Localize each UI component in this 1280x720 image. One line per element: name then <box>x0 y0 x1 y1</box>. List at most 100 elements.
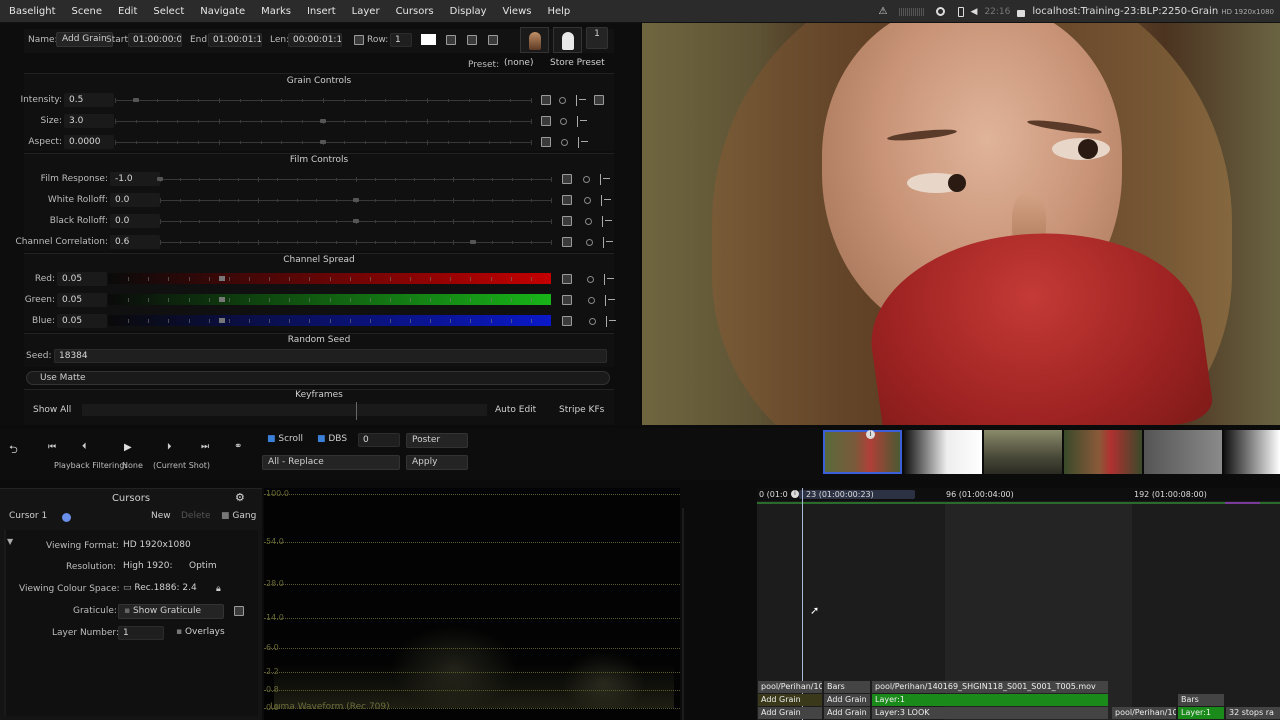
graticule-toggle[interactable]: ▪ Show Graticule <box>118 604 224 619</box>
layer-number-field[interactable]: 1 <box>118 626 164 640</box>
preset-dropdown[interactable]: (none) <box>499 57 541 72</box>
store-preset-button[interactable]: Store Preset <box>545 57 610 72</box>
menu-baselight[interactable]: Baselight <box>0 6 64 17</box>
param-slider[interactable] <box>160 198 552 203</box>
viewing-format-dropdown[interactable]: HD 1920x1080 <box>118 539 222 554</box>
delete-cursor-button[interactable]: Delete <box>176 510 216 525</box>
curve-icon[interactable] <box>603 237 604 248</box>
dbs-field[interactable]: 0 <box>358 433 400 447</box>
curve-icon[interactable] <box>576 95 577 106</box>
param-value-field[interactable]: 0.0 <box>110 193 160 207</box>
menu-insert[interactable]: Insert <box>299 6 344 17</box>
matte-thumbnail-icon[interactable] <box>553 27 582 53</box>
curve-icon[interactable] <box>577 116 578 127</box>
use-matte-toggle[interactable]: Use Matte <box>26 371 610 385</box>
param-slider[interactable] <box>115 98 532 103</box>
apply-mode-dropdown[interactable]: All - Replace <box>262 455 400 470</box>
slider-knob[interactable] <box>320 119 326 123</box>
new-cursor-button[interactable]: New <box>146 510 176 525</box>
speaker-icon[interactable]: ◀ <box>971 7 978 17</box>
seed-field[interactable]: 18384 <box>54 349 607 363</box>
curve-icon[interactable] <box>578 137 579 148</box>
search-icon[interactable] <box>935 7 945 16</box>
keyframe-icon[interactable] <box>562 174 572 184</box>
param-value-field[interactable]: 0.5 <box>64 93 114 107</box>
cursor-dropdown[interactable]: Cursor 1 <box>4 510 138 525</box>
thumb-1[interactable] <box>823 430 902 474</box>
param-value-field[interactable]: -1.0 <box>110 172 160 186</box>
clip-layer-1b[interactable]: Layer:1 <box>1178 707 1224 719</box>
slider-knob[interactable] <box>352 198 359 202</box>
menu-cursors[interactable]: Cursors <box>388 6 442 17</box>
reset-icon[interactable] <box>594 95 604 105</box>
skip-start-icon[interactable]: ⏮ <box>48 442 56 452</box>
colour-space-dropdown[interactable]: ▭ Rec.1886: 2.4 <box>118 582 208 597</box>
channel-spread-bar[interactable] <box>108 315 551 326</box>
clip-bars-2[interactable]: Bars <box>1178 694 1224 706</box>
slider-knob[interactable] <box>132 98 139 102</box>
slider-knob[interactable] <box>469 240 476 244</box>
param-value-field[interactable]: 0.05 <box>57 314 107 328</box>
clip-stops[interactable]: 32 stops ra <box>1226 707 1280 719</box>
menu-marks[interactable]: Marks <box>253 6 299 17</box>
clip-bars-1[interactable]: Bars <box>824 681 870 693</box>
clip-source-3[interactable]: pool/Perihan/108 <box>1112 707 1176 719</box>
param-value-field[interactable]: 0.0 <box>110 214 160 228</box>
loop-icon[interactable]: ⮌ <box>9 441 18 460</box>
param-slider[interactable] <box>157 177 552 182</box>
clip-source-2[interactable]: pool/Perihan/140169_SHGIN118_S001_S001_T… <box>872 681 1108 693</box>
curve-icon[interactable] <box>606 316 607 327</box>
param-slider[interactable] <box>160 240 552 245</box>
image-viewer[interactable] <box>642 23 1280 425</box>
keyframe-icon[interactable] <box>562 216 572 226</box>
step-forward-icon[interactable]: ⏵ <box>167 442 172 452</box>
param-value-field[interactable]: 0.0000 <box>64 135 114 149</box>
overlays-toggle[interactable]: ▪ Overlays <box>171 626 230 641</box>
lock-icon[interactable]: 🔒︎ <box>216 584 221 594</box>
slider-knob[interactable] <box>218 297 225 302</box>
slider-knob[interactable] <box>320 140 326 144</box>
clip-add-grain-4[interactable]: Add Grain <box>824 707 870 719</box>
menu-scene[interactable]: Scene <box>64 6 111 17</box>
play-icon[interactable]: ▶ <box>124 442 132 453</box>
start-field[interactable]: 01:00:00:00 <box>128 33 182 47</box>
layer-count-badge[interactable]: 1 <box>586 27 608 49</box>
param-value-field[interactable]: 3.0 <box>64 114 114 128</box>
resolution-dropdown[interactable]: High 1920: <box>118 560 176 575</box>
menu-select[interactable]: Select <box>145 6 192 17</box>
keyframe-icon[interactable] <box>562 274 572 284</box>
param-slider[interactable] <box>160 219 552 224</box>
menu-display[interactable]: Display <box>442 6 495 17</box>
curve-icon[interactable] <box>601 195 602 206</box>
thumb-4[interactable] <box>1064 430 1142 474</box>
curve-icon[interactable] <box>605 295 606 306</box>
slider-knob[interactable] <box>218 318 225 323</box>
row-lock-icon[interactable] <box>354 35 364 45</box>
step-back-icon[interactable]: ⏴ <box>82 442 87 452</box>
channel-spread-bar[interactable] <box>108 294 551 305</box>
slider-knob[interactable] <box>352 219 359 223</box>
layer-thumbnail-icon[interactable] <box>520 27 549 53</box>
keyframe-icon[interactable] <box>541 137 551 147</box>
layer-icon-a[interactable] <box>446 35 456 45</box>
menu-layer[interactable]: Layer <box>344 6 388 17</box>
keyframe-icon[interactable] <box>541 116 551 126</box>
playback-filtering-dropdown[interactable]: None <box>122 461 143 470</box>
menu-navigate[interactable]: Navigate <box>192 6 253 17</box>
channel-spread-bar[interactable] <box>108 273 551 284</box>
link-icon[interactable]: ⚭ <box>234 441 242 452</box>
optim-dropdown[interactable]: Optim <box>184 560 224 575</box>
clip-source-1[interactable]: pool/Perihan/108 <box>758 681 822 693</box>
gang-toggle[interactable]: ■ Gang <box>216 510 261 525</box>
show-all-dropdown[interactable]: Show All <box>28 404 76 419</box>
clip-layer-1[interactable]: Layer:1 <box>872 694 1108 706</box>
graticule-settings-icon[interactable] <box>234 606 244 616</box>
param-value-field[interactable]: 0.6 <box>110 235 160 249</box>
menu-edit[interactable]: Edit <box>110 6 145 17</box>
skip-end-icon[interactable]: ⏭ <box>201 442 209 452</box>
keyframe-track[interactable] <box>82 404 487 416</box>
auto-edit-dropdown[interactable]: Auto Edit <box>490 404 541 419</box>
thumb-3[interactable] <box>984 430 1062 474</box>
thumb-5[interactable] <box>1144 430 1222 474</box>
end-field[interactable]: 01:00:01:10 <box>208 33 262 47</box>
